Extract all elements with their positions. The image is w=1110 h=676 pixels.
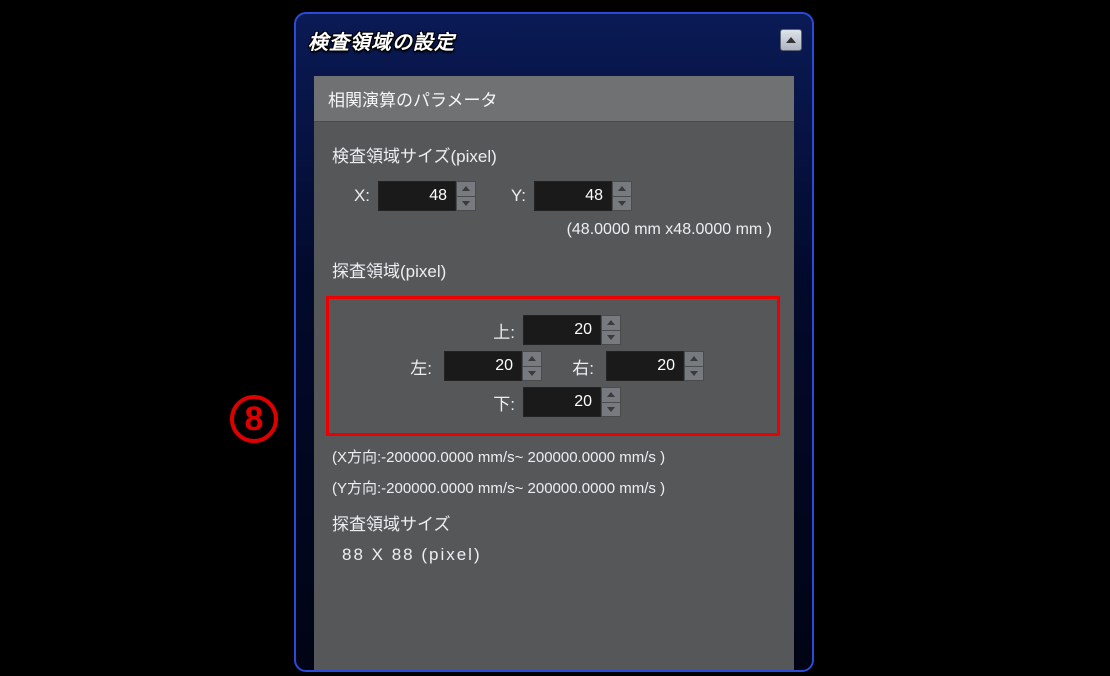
callout-label: 8 (245, 400, 264, 438)
bottom-label: 下: (485, 390, 515, 415)
chevron-up-icon (607, 320, 615, 325)
top-input[interactable] (523, 315, 601, 345)
chevron-down-icon (528, 371, 536, 376)
search-area-highlight: 上: 左: (326, 296, 780, 436)
x-range-text: (X方向:-200000.0000 mm/s~ 200000.0000 mm/s… (332, 446, 776, 467)
right-input[interactable] (606, 351, 684, 381)
bottom-input[interactable] (523, 387, 601, 417)
left-step-down[interactable] (522, 366, 542, 382)
inspection-size-row: X: Y: (338, 181, 776, 211)
y-label: Y: (494, 186, 526, 206)
top-spinner (523, 315, 621, 345)
inspection-size-heading: 検査領域サイズ(pixel) (332, 142, 776, 167)
bottom-step-up[interactable] (601, 387, 621, 402)
chevron-up-icon (528, 356, 536, 361)
right-label: 右: (564, 354, 594, 379)
search-top-row: 上: (341, 315, 765, 345)
search-area-heading: 探査領域(pixel) (332, 257, 776, 282)
panel-body: 相関演算のパラメータ 検査領域サイズ(pixel) X: Y: (314, 76, 794, 670)
left-spinner (444, 351, 542, 381)
chevron-down-icon (607, 335, 615, 340)
top-step-down[interactable] (601, 330, 621, 346)
settings-panel: 検査領域の設定 相関演算のパラメータ 検査領域サイズ(pixel) X: (294, 12, 814, 672)
inspection-mm-note: (48.0000 mm x48.0000 mm ) (332, 221, 776, 239)
search-size-heading: 探査領域サイズ (332, 510, 776, 535)
panel-title: 検査領域の設定 (308, 26, 455, 55)
search-size-value: 88 X 88 (pixel) (342, 545, 776, 565)
callout-marker-8: 8 (230, 395, 278, 443)
right-step-down[interactable] (684, 366, 704, 382)
chevron-down-icon (462, 201, 470, 206)
x-label: X: (338, 186, 370, 206)
top-step-up[interactable] (601, 315, 621, 330)
x-step-down[interactable] (456, 196, 476, 212)
y-step-up[interactable] (612, 181, 632, 196)
y-step-down[interactable] (612, 196, 632, 212)
right-spinner (606, 351, 704, 381)
chevron-up-icon (607, 392, 615, 397)
collapse-button[interactable] (780, 29, 802, 51)
x-step-up[interactable] (456, 181, 476, 196)
top-label: 上: (485, 318, 515, 343)
right-step-up[interactable] (684, 351, 704, 366)
panel-header: 検査領域の設定 (296, 14, 812, 58)
chevron-down-icon (607, 407, 615, 412)
left-label: 左: (402, 354, 432, 379)
search-bottom-row: 下: (341, 387, 765, 417)
y-spinner (534, 181, 632, 211)
bottom-step-down[interactable] (601, 402, 621, 418)
left-step-up[interactable] (522, 351, 542, 366)
search-mid-row: 左: 右: (341, 351, 765, 381)
chevron-up-icon (690, 356, 698, 361)
left-input[interactable] (444, 351, 522, 381)
x-spinner (378, 181, 476, 211)
y-range-text: (Y方向:-200000.0000 mm/s~ 200000.0000 mm/s… (332, 477, 776, 498)
chevron-up-icon (618, 186, 626, 191)
x-input[interactable] (378, 181, 456, 211)
chevron-down-icon (690, 371, 698, 376)
bottom-spinner (523, 387, 621, 417)
chevron-up-icon (786, 37, 796, 43)
chevron-down-icon (618, 201, 626, 206)
section-content: 検査領域サイズ(pixel) X: Y: (314, 122, 794, 571)
y-input[interactable] (534, 181, 612, 211)
section-header: 相関演算のパラメータ (314, 76, 794, 122)
chevron-up-icon (462, 186, 470, 191)
